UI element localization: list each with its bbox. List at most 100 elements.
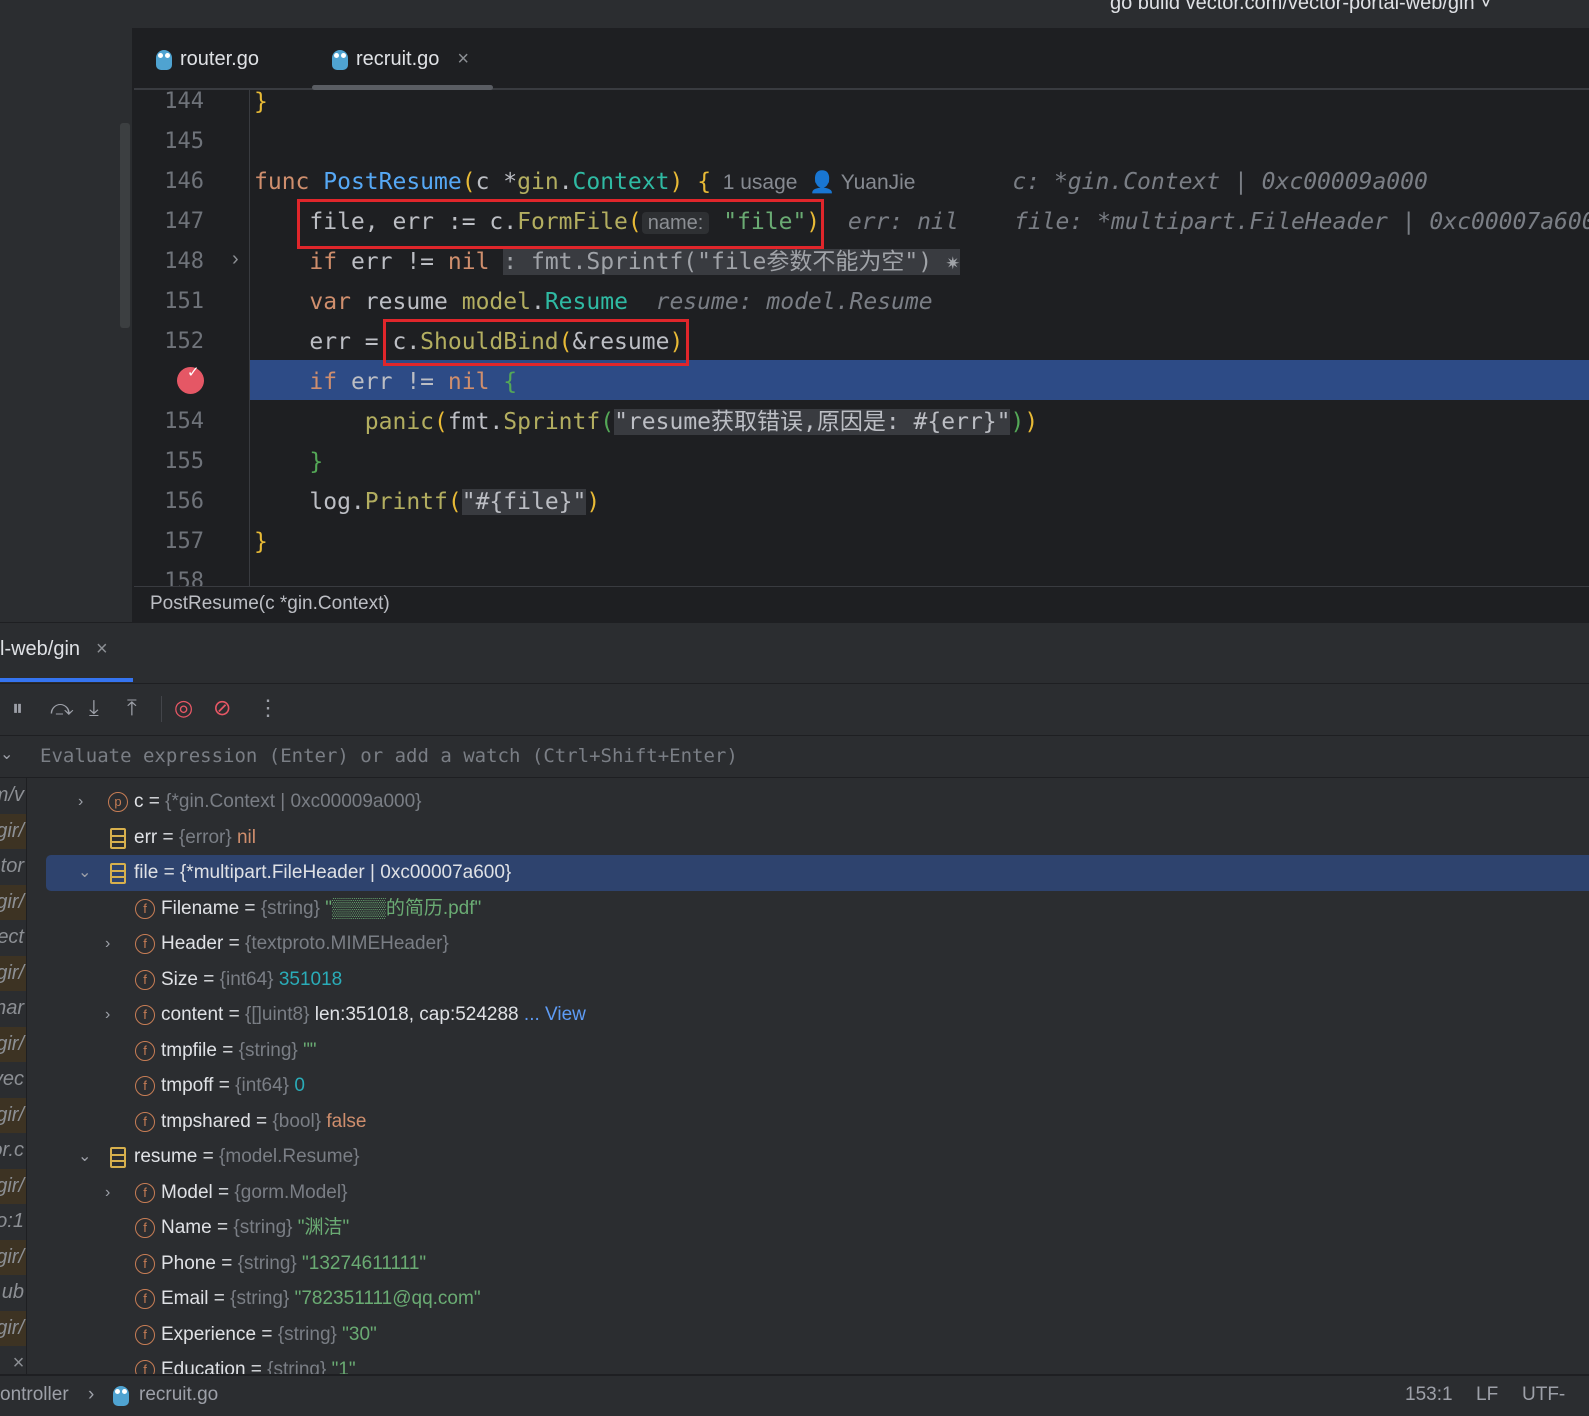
tab-router-go[interactable]: router.go [156, 48, 259, 71]
code-token: ( [600, 409, 615, 435]
frames-list[interactable]: m/v/girtor./girect/girnar/girvec/giror.c… [0, 778, 27, 1374]
stack-frame[interactable]: /gir [0, 1239, 26, 1275]
line-number: 148 [164, 249, 204, 274]
stack-frame[interactable]: /gir [0, 813, 26, 849]
variable-row[interactable]: f Filename = {string} "▒▒▒▒的简历.pdf" [27, 891, 1589, 927]
stack-frame[interactable]: tor. [0, 849, 26, 885]
variable-row[interactable]: › f Model = {gorm.Model} [27, 1175, 1589, 1211]
step-over-icon[interactable]: ⤼ [50, 695, 74, 721]
variable-row[interactable]: err = {error} nil [27, 820, 1589, 856]
line-number: 154 [164, 409, 204, 434]
variable-row[interactable]: f Name = {string} "渊洁" [27, 1210, 1589, 1246]
mute-breakpoints-icon[interactable]: ⊘ [213, 695, 231, 721]
tab-label: l-web/gin [0, 638, 81, 660]
stack-frame[interactable]: × [0, 1346, 26, 1374]
close-icon[interactable]: × [96, 638, 108, 660]
gopher-icon [332, 49, 348, 70]
variable-row[interactable]: ⌄ resume = {model.Resume} [27, 1139, 1589, 1175]
evaluate-expression-input[interactable]: Evaluate expression (Enter) or add a wat… [40, 745, 738, 767]
code-line[interactable]: log.Printf("#{file}") [254, 482, 600, 522]
fold-chevron-icon[interactable]: › [232, 248, 239, 271]
view-link[interactable]: ... View [524, 1004, 586, 1025]
stack-frame[interactable]: m/v [0, 778, 26, 814]
close-icon[interactable]: × [457, 48, 469, 71]
step-into-icon[interactable]: ⤓ [89, 695, 99, 721]
stack-frame[interactable]: or.c [0, 1133, 26, 1169]
tab-recruit-go[interactable]: recruit.go × [332, 48, 469, 71]
chevron-right-icon[interactable]: › [78, 784, 83, 820]
code-line[interactable]: if err != nil { [254, 362, 517, 402]
stack-frame[interactable]: go:1 [0, 1204, 26, 1240]
status-breadcrumb-item[interactable]: recruit.go [139, 1384, 218, 1406]
variable-row[interactable]: f Email = {string} "782351111@qq.com" [27, 1281, 1589, 1317]
code-line[interactable]: func PostResume(c *gin.Context) { 1 usag… [254, 162, 1428, 202]
folded-code[interactable]: : fmt.Sprintf("file参数不能为空") ✷ [503, 249, 960, 275]
variable-type: {int64} [235, 1075, 290, 1096]
variable-row[interactable]: f Size = {int64} 351018 [27, 962, 1589, 998]
code-line[interactable]: var resume model.Resume resume: model.Re… [254, 282, 932, 322]
field-icon: f [135, 969, 155, 990]
file-encoding[interactable]: UTF- [1522, 1384, 1565, 1406]
variable-type: {string} [277, 1323, 337, 1345]
step-out-icon[interactable]: ⤒ [127, 695, 137, 721]
project-panel [0, 28, 133, 622]
stack-frame[interactable]: /gir [0, 884, 26, 920]
caret-position[interactable]: 153:1 [1405, 1384, 1453, 1406]
code-line[interactable]: panic(fmt.Sprintf("resume获取错误,原因是: #{err… [254, 402, 1038, 442]
breadcrumb[interactable]: PostResume(c *gin.Context) [134, 586, 1589, 622]
chevron-right-icon[interactable]: › [105, 926, 110, 962]
variable-row[interactable]: ⌄ file = {*multipart.FileHeader | 0xc0000… [46, 855, 1589, 891]
debug-session-tab[interactable]: l-web/gin × [0, 638, 108, 661]
stack-frame[interactable]: /gir [0, 1168, 26, 1204]
stack-frame[interactable]: nar [0, 991, 26, 1027]
breakpoint-icon[interactable]: ✓ [177, 364, 204, 394]
run-configuration-selector[interactable]: go build vector.com/vector-portal-web/gi… [1110, 0, 1492, 15]
code-token: Sprintf [503, 409, 601, 435]
view-breakpoints-icon[interactable]: ◎ [174, 695, 193, 721]
field-icon: f [135, 934, 155, 954]
stack-frame[interactable]: vec [0, 1062, 26, 1098]
stack-frame[interactable]: /gir [0, 1097, 26, 1133]
more-icon[interactable]: ⋮ [257, 695, 279, 721]
pause-icon[interactable]: ⏸ [12, 695, 23, 721]
code-line[interactable]: } [254, 82, 268, 122]
stack-frame[interactable]: ub. [0, 1275, 26, 1311]
variable-row[interactable]: f tmpfile = {string} "" [27, 1033, 1589, 1069]
variable-name: Name [161, 1217, 212, 1238]
tab-label: recruit.go [356, 48, 440, 70]
chevron-down-icon[interactable]: ⌄ [78, 1139, 91, 1175]
stack-frame[interactable]: /gir [0, 955, 26, 991]
stack-frame[interactable]: /gir [0, 1026, 26, 1062]
code-token: resume [364, 289, 462, 315]
stack-frame[interactable]: /gir [0, 1310, 26, 1346]
chevron-right-icon[interactable]: › [105, 997, 110, 1033]
field-icon: f [135, 1040, 155, 1061]
variable-row[interactable]: f Phone = {string} "13274611111" [27, 1246, 1589, 1282]
code-line[interactable]: } [254, 522, 268, 562]
variable-row[interactable]: › f content = {[]uint8} len:351018, cap:52… [27, 997, 1589, 1033]
variable-row[interactable]: f tmpshared = {bool} false [27, 1104, 1589, 1140]
stack-frame[interactable]: ect [0, 920, 26, 956]
chevron-right-icon[interactable]: › [105, 1175, 110, 1211]
code-token: if [309, 369, 351, 395]
variable-row[interactable]: › f Header = {textproto.MIMEHeader} [27, 926, 1589, 962]
chevron-down-icon[interactable]: ⌄ [78, 855, 91, 891]
variable-type: {error} [178, 826, 232, 848]
code-token: func [254, 169, 324, 195]
annotation-box [383, 319, 689, 366]
code-token: Resume [544, 289, 628, 315]
variable-row[interactable]: › p c = {*gin.Context | 0xc00009a000} [27, 784, 1589, 820]
scrollbar[interactable] [120, 123, 130, 328]
code-token: ( [447, 489, 462, 515]
line-separator[interactable]: LF [1476, 1384, 1498, 1406]
chevron-down-icon[interactable]: ⌄ [0, 744, 13, 764]
variable-row[interactable]: f Experience = {string} "30" [27, 1317, 1589, 1353]
code-token: "resume获取错误,原因是: #{err}" [614, 409, 1011, 435]
variable-value: "渊洁" [297, 1217, 350, 1238]
status-breadcrumb-item[interactable]: ontroller [0, 1384, 69, 1406]
code-line[interactable]: } [254, 442, 323, 482]
variable-row[interactable]: f tmpoff = {int64} 0 [27, 1068, 1589, 1104]
